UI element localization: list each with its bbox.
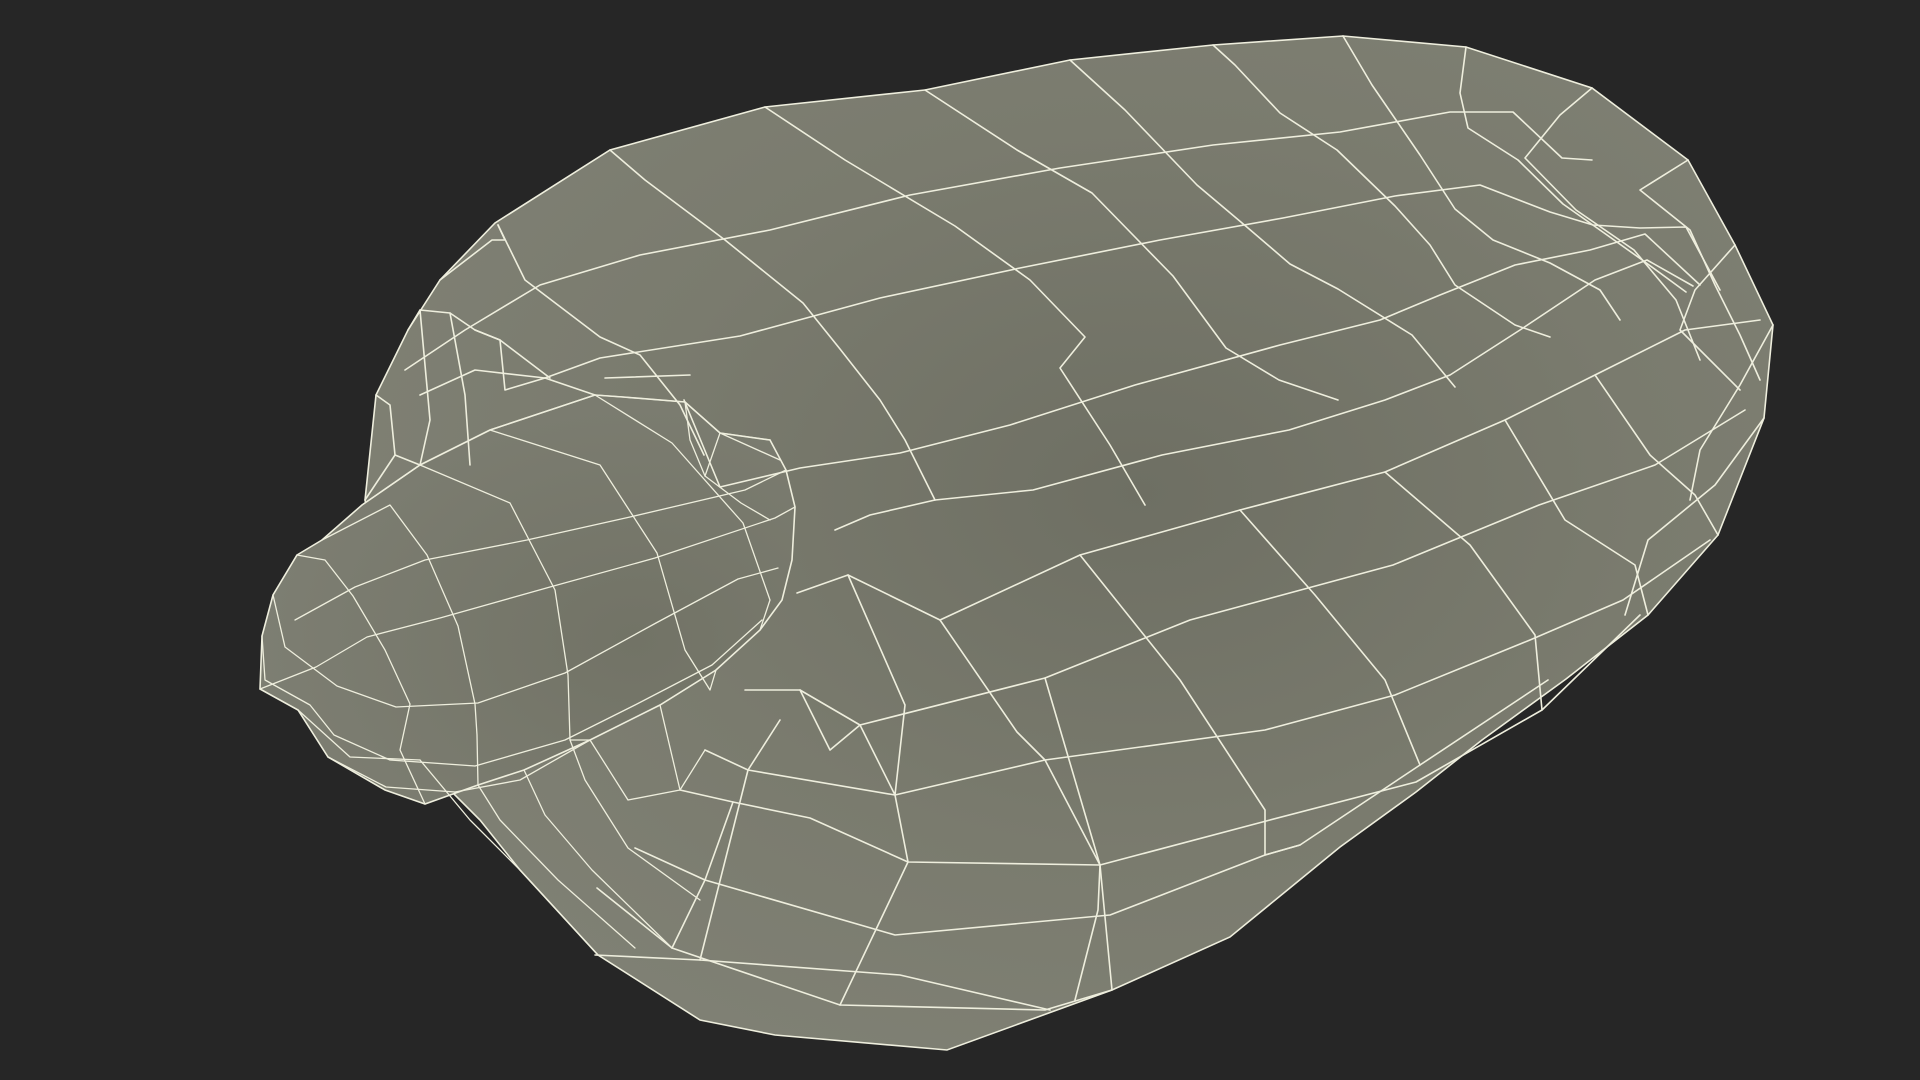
- 3d-viewport[interactable]: [0, 0, 1920, 1080]
- wireframe-mesh-model[interactable]: [0, 0, 1920, 1080]
